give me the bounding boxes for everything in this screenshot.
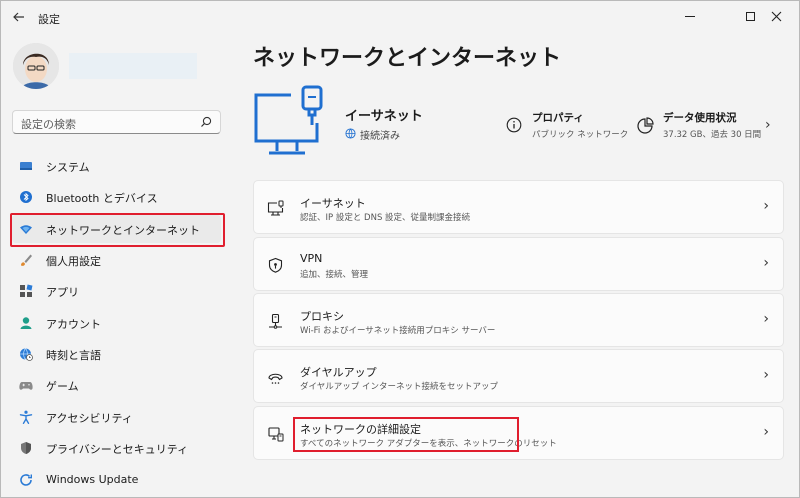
sidebar-item-label: ゲーム [46, 380, 79, 393]
search-input[interactable]: 設定の検索 [12, 110, 221, 134]
apps-icon [20, 284, 33, 297]
sidebar-item-label: プライバシーとセキュリティ [46, 443, 189, 456]
card-subtitle: Wi-Fi およびイーサネット接続用プロキシ サーバー [300, 326, 496, 336]
search-icon [201, 116, 212, 127]
search-placeholder: 設定の検索 [21, 118, 76, 131]
properties-link[interactable]: プロパティ [532, 110, 584, 125]
sidebar-item-windows-update[interactable]: Windows Update [12, 466, 221, 494]
sidebar-item-time-language[interactable]: 時刻と言語 [12, 340, 221, 368]
card-subtitle: ダイヤルアップ インターネット接続をセットアップ [300, 382, 498, 392]
red-highlight-box [293, 417, 519, 452]
sidebar-item-label: Bluetooth とデバイス [46, 192, 158, 205]
dialup-icon [268, 373, 283, 384]
minimize-button[interactable] [667, 1, 713, 31]
wifi-diamond-icon [20, 225, 32, 234]
ethernet-name: イーサネット [345, 109, 423, 124]
close-button[interactable] [753, 1, 799, 31]
monitor-icon [20, 162, 32, 170]
bluetooth-icon [20, 191, 32, 203]
sidebar-item-bluetooth[interactable]: Bluetooth とデバイス [12, 183, 221, 211]
sidebar-item-privacy[interactable]: プライバシーとセキュリティ [12, 434, 221, 462]
accessibility-icon [19, 410, 33, 424]
sidebar-item-label: Windows Update [46, 473, 139, 486]
chevron-right-icon[interactable]: › [765, 117, 771, 133]
paint-brush-icon [21, 254, 32, 266]
page-title: ネットワークとインターネット [253, 46, 562, 71]
back-arrow-icon[interactable] [11, 10, 27, 26]
user-name-placeholder [69, 53, 197, 79]
data-usage-icon[interactable] [636, 117, 654, 135]
data-usage-sub: 37.32 GB、過去 30 日間 [663, 130, 762, 140]
card-proxy[interactable]: プロキシ Wi-Fi およびイーサネット接続用プロキシ サーバー › [253, 293, 784, 347]
title-bar: 設定 [1, 1, 800, 35]
data-usage-link[interactable]: データ使用状況 [663, 110, 737, 125]
chevron-right-icon: › [763, 255, 769, 271]
chevron-right-icon: › [763, 367, 769, 383]
globe-clock-icon [20, 348, 33, 361]
globe-icon [345, 128, 356, 139]
sidebar-item-accounts[interactable]: アカウント [12, 309, 221, 337]
minimize-icon [685, 15, 695, 17]
card-title: ダイヤルアップ [300, 366, 377, 379]
chevron-right-icon: › [763, 198, 769, 214]
shield-icon [21, 442, 31, 454]
chevron-right-icon: › [763, 424, 769, 440]
card-dialup[interactable]: ダイヤルアップ ダイヤルアップ インターネット接続をセットアップ › [253, 349, 784, 403]
card-title: イーサネット [300, 197, 366, 210]
card-subtitle: 追加、接続、管理 [300, 270, 369, 280]
card-vpn[interactable]: VPN 追加、接続、管理 › [253, 237, 784, 291]
card-ethernet[interactable]: イーサネット 認証、IP 設定と DNS 設定、従量制課金接続 › [253, 180, 784, 234]
vpn-shield-icon [268, 257, 283, 273]
update-icon [20, 474, 32, 486]
card-title: プロキシ [300, 310, 344, 323]
info-icon[interactable] [506, 117, 522, 133]
proxy-icon [269, 313, 282, 329]
avatar[interactable] [13, 43, 59, 89]
sidebar-item-label: アクセシビリティ [46, 412, 133, 425]
sidebar-item-label: 個人用設定 [46, 255, 101, 268]
ethernet-monitor-icon [267, 200, 284, 216]
close-icon [771, 11, 781, 21]
chevron-right-icon: › [763, 311, 769, 327]
sidebar-item-label: システム [46, 161, 90, 174]
sidebar-item-accessibility[interactable]: アクセシビリティ [12, 403, 221, 431]
network-pc-icon [268, 427, 284, 442]
sidebar-item-label: ネットワークとインターネット [46, 224, 200, 237]
card-title: VPN [300, 252, 323, 265]
gamepad-icon [19, 382, 33, 390]
account-icon [20, 317, 32, 329]
sidebar-item-personalization[interactable]: 個人用設定 [12, 246, 221, 274]
sidebar-item-label: アカウント [46, 318, 101, 331]
app-title: 設定 [38, 13, 60, 26]
ethernet-hero-icon [254, 85, 323, 155]
card-subtitle: 認証、IP 設定と DNS 設定、従量制課金接続 [300, 213, 471, 223]
sidebar-item-label: アプリ [46, 286, 79, 299]
ethernet-status: 接続済み [360, 131, 400, 142]
sidebar-item-label: 時刻と言語 [46, 349, 101, 362]
sidebar-item-system[interactable]: システム [12, 152, 221, 180]
properties-sub: パブリック ネットワーク [532, 130, 629, 140]
sidebar-item-apps[interactable]: アプリ [12, 277, 221, 305]
sidebar-item-gaming[interactable]: ゲーム [12, 371, 221, 399]
settings-window: 設定 設定の検索 システム Bluetooth とデバイス ネットワークとインタ… [0, 0, 800, 498]
sidebar-item-network[interactable]: ネットワークとインターネット [10, 213, 225, 247]
